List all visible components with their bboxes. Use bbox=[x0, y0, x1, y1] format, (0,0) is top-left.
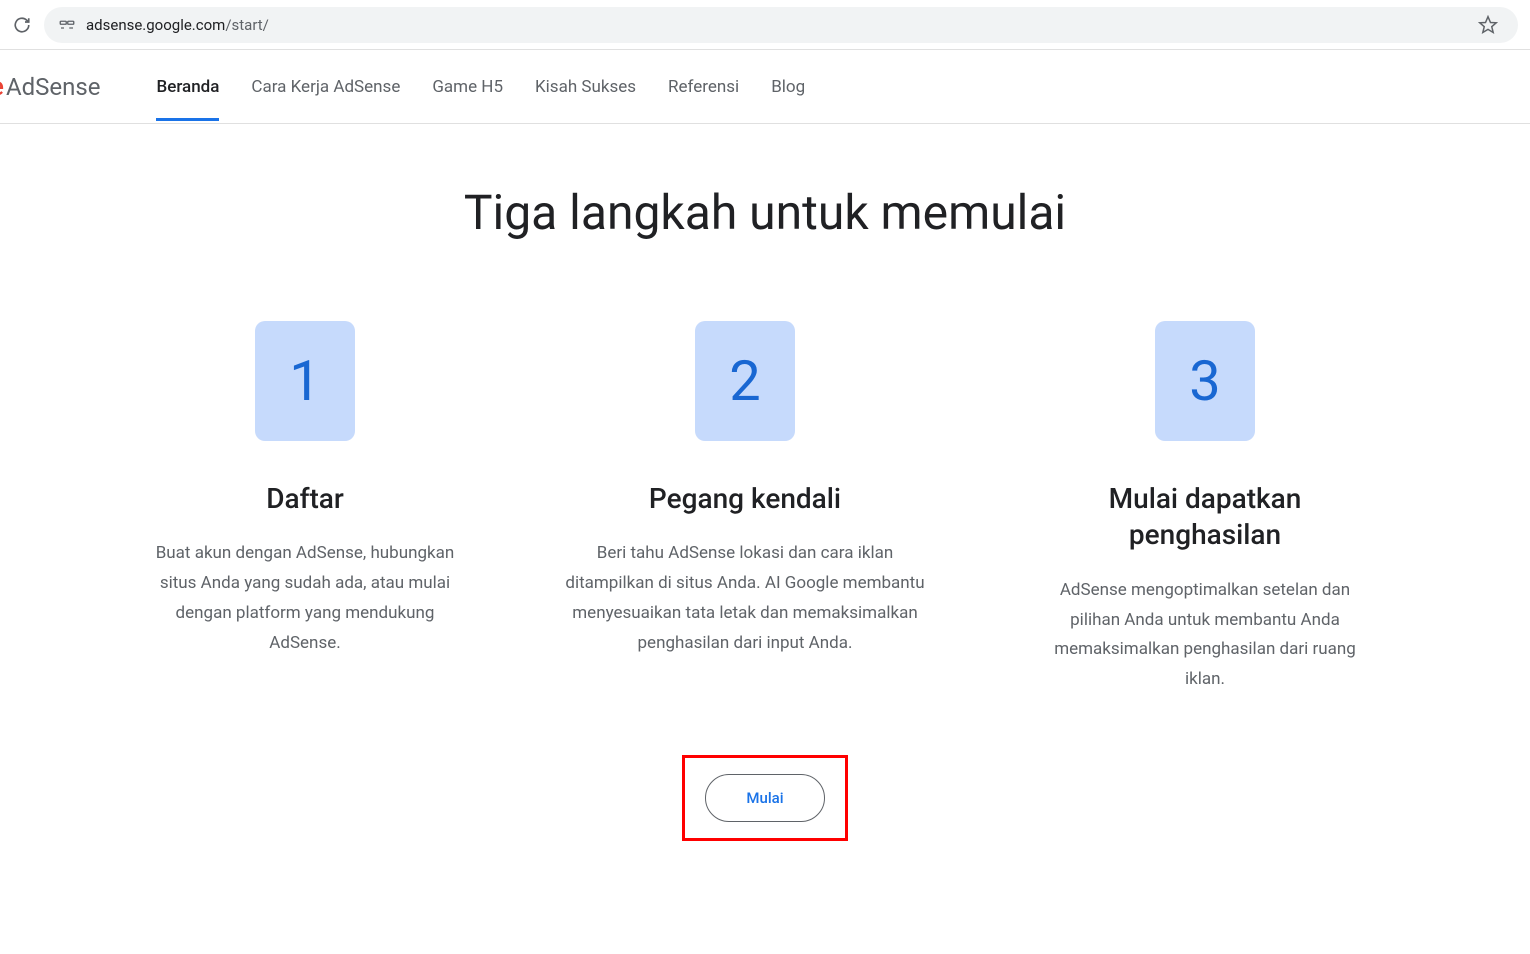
product-name: AdSense bbox=[6, 73, 101, 101]
url-path: /start/ bbox=[225, 16, 269, 34]
step-title: Pegang kendali bbox=[555, 481, 935, 517]
step-number-badge: 3 bbox=[1155, 321, 1255, 441]
start-button[interactable]: Mulai bbox=[705, 774, 824, 822]
browser-address-bar: adsense.google.com/start/ bbox=[0, 0, 1530, 50]
nav-item-game-h5[interactable]: Game H5 bbox=[432, 53, 503, 121]
nav-item-cara-kerja[interactable]: Cara Kerja AdSense bbox=[251, 53, 400, 121]
main-content: Tiga langkah untuk memulai 1 Daftar Buat… bbox=[0, 124, 1530, 881]
cta-highlight-box: Mulai bbox=[682, 755, 847, 841]
primary-nav: Beranda Cara Kerja AdSense Game H5 Kisah… bbox=[156, 53, 805, 121]
step-3: 3 Mulai dapatkan penghasilan AdSense men… bbox=[1035, 321, 1375, 695]
step-2: 2 Pegang kendali Beri tahu AdSense lokas… bbox=[555, 321, 935, 695]
step-number-badge: 1 bbox=[255, 321, 355, 441]
logo[interactable]: e AdSense bbox=[0, 72, 130, 102]
url-host: adsense.google.com bbox=[86, 16, 225, 34]
step-description: AdSense mengoptimalkan setelan dan pilih… bbox=[1035, 576, 1375, 695]
url-text: adsense.google.com/start/ bbox=[86, 16, 1468, 34]
steps-container: 1 Daftar Buat akun dengan AdSense, hubun… bbox=[40, 321, 1490, 695]
step-1: 1 Daftar Buat akun dengan AdSense, hubun… bbox=[155, 321, 455, 695]
reload-icon[interactable] bbox=[12, 15, 32, 35]
nav-item-kisah-sukses[interactable]: Kisah Sukses bbox=[535, 53, 636, 121]
step-description: Beri tahu AdSense lokasi dan cara iklan … bbox=[555, 539, 935, 658]
url-bar[interactable]: adsense.google.com/start/ bbox=[44, 7, 1518, 43]
step-description: Buat akun dengan AdSense, hubungkan situ… bbox=[155, 539, 455, 658]
bookmark-star-icon[interactable] bbox=[1478, 15, 1498, 35]
google-logo-fragment: e bbox=[0, 72, 4, 102]
cta-wrapper: Mulai bbox=[40, 755, 1490, 841]
step-title: Mulai dapatkan penghasilan bbox=[1035, 481, 1375, 554]
nav-item-beranda[interactable]: Beranda bbox=[156, 53, 219, 121]
site-info-icon[interactable] bbox=[58, 16, 76, 34]
site-header: e AdSense Beranda Cara Kerja AdSense Gam… bbox=[0, 50, 1530, 124]
step-number-badge: 2 bbox=[695, 321, 795, 441]
step-title: Daftar bbox=[155, 481, 455, 517]
section-title: Tiga langkah untuk memulai bbox=[40, 184, 1490, 241]
nav-item-blog[interactable]: Blog bbox=[771, 53, 805, 121]
nav-item-referensi[interactable]: Referensi bbox=[668, 53, 739, 121]
